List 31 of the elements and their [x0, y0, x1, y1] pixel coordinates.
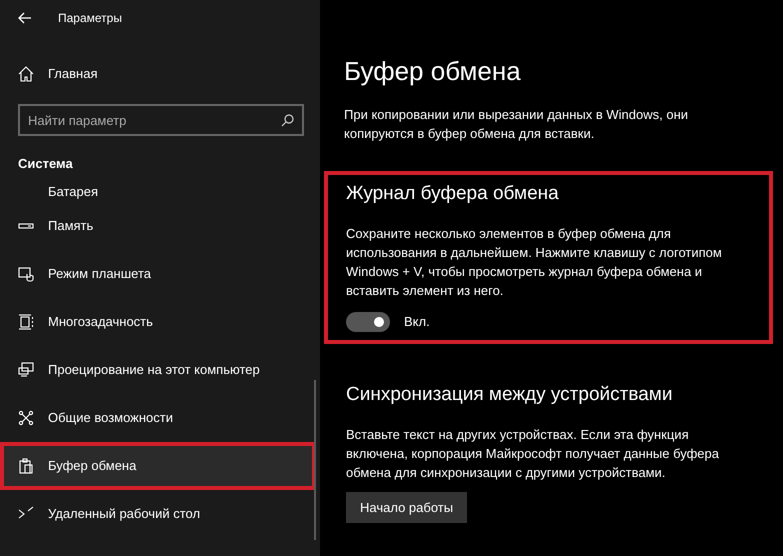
- sidebar-item[interactable]: Общие возможности: [0, 394, 316, 442]
- search-field[interactable]: Найти параметр: [18, 104, 304, 136]
- section-heading: Синхронизация между устройствами: [346, 384, 674, 407]
- scrollbar[interactable]: [314, 380, 316, 540]
- window-title: Параметры: [58, 10, 122, 27]
- sidebar-item[interactable]: Память: [0, 202, 316, 250]
- sidebar-item[interactable]: Режим планшета: [0, 250, 316, 298]
- intro-text: При копировании или вырезании данных в Windows, они копируются в буфер обмена для вставки.: [344, 106, 690, 143]
- section-text: Сохраните несколько элементов в буфер обмена для использования в дальнейшем. Нажмите клавишу с логотипом Windows + V, чтобы просмотреть журнал буфера обмена и вставить элемент из него.: [346, 224, 723, 300]
- sidebar-item[interactable]: Проецирование на этот компьютер: [0, 346, 316, 394]
- remote-icon: [18, 506, 34, 522]
- sidebar-item[interactable]: Батарея: [0, 180, 316, 202]
- monitors-icon: [18, 362, 34, 378]
- home-link[interactable]: Главная: [0, 56, 316, 92]
- back-arrow-icon[interactable]: [18, 11, 32, 25]
- nodes-icon: [18, 410, 34, 426]
- section-text: Вставьте текст на других устройствах. Если эта функция включена, корпорация Майкрософт получает данные буфера обмена для синхронизации с другими устройствами.: [346, 426, 720, 482]
- home-icon: [18, 66, 34, 82]
- sidebar-item[interactable]: Многозадачность: [0, 298, 316, 346]
- section-heading: Журнал буфера обмена: [346, 183, 560, 206]
- clipboard-icon: [18, 458, 34, 474]
- multitask-icon: [18, 314, 34, 330]
- start-button[interactable]: Начало работы: [346, 492, 468, 524]
- toggle-switch[interactable]: [346, 312, 390, 332]
- tablet-icon: [18, 266, 34, 282]
- section-heading: Система: [17, 155, 74, 173]
- toggle-label: Вкл.: [404, 313, 430, 332]
- search-icon: [281, 114, 294, 127]
- page-title: Буфер обмена: [344, 55, 522, 88]
- sidebar-item[interactable]: Удаленный рабочий стол: [0, 490, 316, 538]
- sidebar-item[interactable]: Буфер обмена: [0, 442, 316, 490]
